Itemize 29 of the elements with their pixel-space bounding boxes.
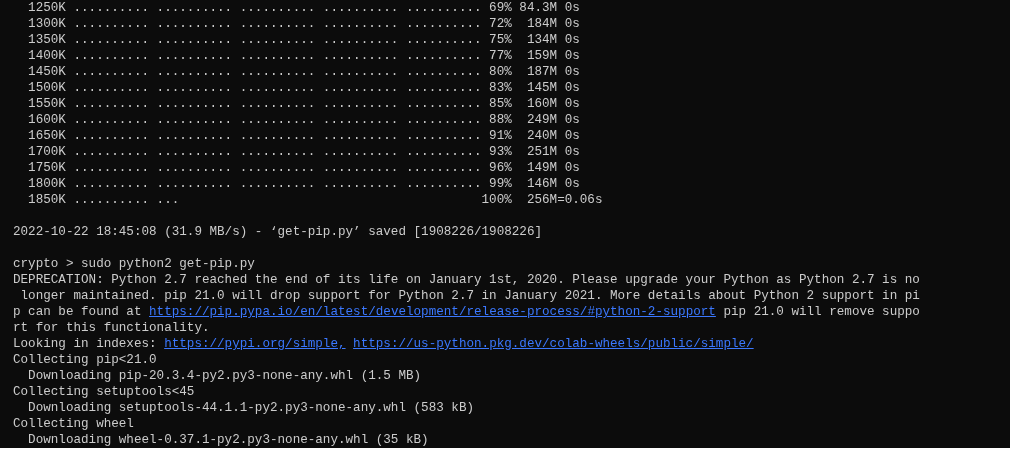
terminal-line: 1450K .......... .......... .......... .......... .......... 80% 187M 0s	[27, 64, 581, 80]
terminal-line: Collecting setuptools<45	[13, 384, 196, 400]
terminal-line: 1250K .......... .......... .......... .......... .......... 69% 84.3M 0s	[27, 0, 581, 16]
terminal-line: Collecting pip<21.0	[13, 352, 158, 368]
terminal-line: 1650K .......... .......... .......... .......... .......... 91% 240M 0s	[27, 128, 581, 144]
terminal-line: 1600K .......... .......... .......... .......... .......... 88% 249M 0s	[27, 112, 581, 128]
terminal-line: 1750K .......... .......... .......... .......... .......... 96% 149M 0s	[27, 160, 581, 176]
terminal-line: Looking in indexes: https://pypi.org/simple, https://us-python.pkg.dev/colab-wheels/public/simple/	[13, 337, 754, 351]
terminal-line: 1850K .......... ... 100% 256M=0.06s	[27, 192, 604, 208]
terminal-line: 1800K .......... .......... .......... .......... .......... 99% 146M 0s	[27, 176, 581, 192]
terminal-line: longer maintained. pip 21.0 will drop support for Python 2.7 in January 2021. More details about Python 2 support in pi	[19, 288, 921, 304]
terminal-line: Collecting wheel	[13, 416, 135, 432]
terminal-line: Downloading wheel-0.37.1-py2.py3-none-any.whl (35 kB)	[27, 432, 430, 448]
terminal-line: 1400K .......... .......... .......... .......... .......... 77% 159M 0s	[27, 48, 581, 64]
terminal-line: 1300K .......... .......... .......... .......... .......... 72% 184M 0s	[27, 16, 581, 32]
terminal-line: crypto > sudo python2 get-pip.py	[13, 256, 256, 272]
link[interactable]: https://pypi.org/simple,	[164, 337, 346, 351]
terminal-line: Downloading setuptools-44.1.1-py2.py3-none-any.whl (583 kB)	[27, 400, 475, 416]
terminal-line: DEPRECATION: Python 2.7 reached the end of its life on January 1st, 2020. Please upgrade your Python as Python 2.7 is no	[13, 272, 921, 288]
terminal-line: 1350K .......... .......... .......... .......... .......... 75% 134M 0s	[27, 32, 581, 48]
terminal-line: rt for this functionality.	[13, 320, 211, 336]
terminal-line: 1700K .......... .......... .......... .......... .......... 93% 251M 0s	[27, 144, 581, 160]
terminal-line: 2022-10-22 18:45:08 (31.9 MB/s) - ‘get-pip.py’ saved [1908226/1908226]	[13, 224, 544, 240]
terminal-line: 1500K .......... .......... .......... .......... .......... 83% 145M 0s	[27, 80, 581, 96]
link[interactable]: https://us-python.pkg.dev/colab-wheels/public/simple/	[353, 337, 754, 351]
terminal-line: 1550K .......... .......... .......... .......... .......... 85% 160M 0s	[27, 96, 581, 112]
link[interactable]: https://pip.pypa.io/en/latest/development/release-process/#python-2-support	[149, 305, 716, 319]
terminal-line: p can be found at https://pip.pypa.io/en/latest/development/release-process/#python-2-support pip 21.0 will remove suppo	[13, 305, 920, 319]
terminal-line: Downloading pip-20.3.4-py2.py3-none-any.whl (1.5 MB)	[27, 368, 423, 384]
